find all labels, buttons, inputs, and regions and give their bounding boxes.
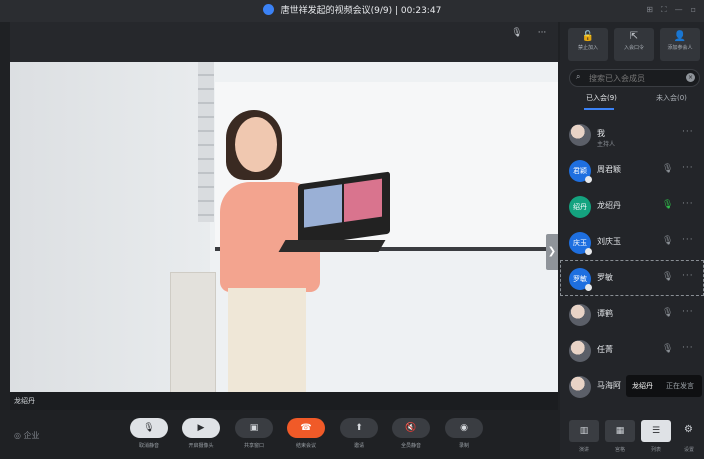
layout-icon[interactable]: ⊞ [646, 5, 653, 15]
camera-button[interactable]: ▶ 开启摄像头 [181, 418, 221, 449]
toast-name: 龙绍丹 [632, 382, 653, 390]
member-row[interactable]: 谭鹤 🎙 ··· [560, 296, 704, 332]
view-controls: ▥ 演讲 ▦ 宫格 ☰ 列表 ⚙ 设置 [560, 412, 704, 459]
expand-arrow-icon[interactable]: ❯ [546, 234, 558, 270]
more-options-icon[interactable]: ··· [682, 199, 694, 209]
grid-view-icon[interactable]: ▦ [605, 420, 635, 442]
more-options-icon[interactable]: ··· [682, 235, 694, 245]
meeting-title: 唐世祥发起的视频会议(9/9) | 00:23:47 [0, 3, 704, 16]
meeting-title-text: 唐世祥发起的视频会议(9/9) [280, 6, 393, 16]
mic-icon: 🎙 [130, 418, 168, 438]
speaker-video: ❯ [10, 62, 558, 392]
member-search: ⌕ × [569, 69, 700, 87]
lock-meeting-button[interactable]: 🔓 禁止加入 [568, 28, 608, 61]
laptop [298, 171, 390, 247]
share-screen-button[interactable]: ▣ 共享窗口 [234, 418, 274, 449]
more-options-icon[interactable]: ··· [682, 271, 694, 281]
member-search-input[interactable] [587, 71, 689, 86]
mic-icon[interactable]: 🎙 [508, 28, 526, 42]
more-options-icon[interactable]: ··· [682, 343, 694, 353]
unlock-icon: 🔓 [581, 31, 595, 42]
mic-muted-icon[interactable]: 🎙 [662, 236, 673, 246]
more-options-icon[interactable]: ··· [682, 307, 694, 317]
mute-all-button[interactable]: 🔇 全员静音 [391, 418, 431, 449]
mic-muted-icon[interactable]: 🎙 [662, 344, 673, 354]
gear-icon[interactable]: ⚙ [684, 424, 693, 435]
avatar [569, 124, 591, 146]
hangup-icon: ☎ [287, 418, 325, 438]
invite-button[interactable]: ⬆ 邀请 [339, 418, 379, 449]
title-bar: 唐世祥发起的视频会议(9/9) | 00:23:47 ⊞ ⛶ — ▫ [0, 0, 704, 22]
avatar: 绍丹 [569, 196, 591, 218]
toast-status: 正在发言 [666, 382, 694, 390]
list-view-icon[interactable]: ☰ [641, 420, 671, 442]
video-area: 🎙 ··· ❯ 龙绍丹 [10, 22, 558, 410]
end-meeting-button[interactable]: ☎ 结束会议 [286, 418, 326, 449]
mic-muted-icon[interactable]: 🎙 [662, 308, 673, 318]
member-row[interactable]: 我 主持人 ··· [560, 116, 704, 152]
member-row[interactable]: 罗敏 罗敏 🎙 ··· [560, 260, 704, 296]
search-icon: ⌕ [576, 72, 581, 81]
maximize-icon[interactable]: ▫ [691, 5, 696, 15]
invite-icon: ⬆ [340, 418, 378, 438]
mic-active-icon[interactable]: 🎙 [662, 200, 673, 210]
app-logo: ◎ 企业 [14, 431, 40, 440]
speaker-name-label: 龙绍丹 [14, 397, 35, 405]
record-icon: ◉ [445, 418, 483, 438]
minimize-icon[interactable]: — [675, 5, 683, 15]
settings-label: 设置 [683, 447, 694, 453]
meeting-timer: 00:23:47 [400, 6, 442, 16]
unmute-button[interactable]: 🎙 取消静音 [129, 418, 169, 449]
add-user-icon: 👤 [673, 31, 687, 42]
member-tabs: 已入会(9) 未入会(0) [560, 91, 704, 111]
add-participant-button[interactable]: 👤 添加参会人 [660, 28, 700, 61]
member-row[interactable]: 庆玉 刘庆玉 🎙 ··· [560, 224, 704, 260]
more-icon[interactable]: ··· [533, 28, 551, 42]
tab-not-joined[interactable]: 未入会(0) [656, 93, 687, 103]
clear-search-icon[interactable]: × [686, 73, 695, 82]
meeting-password-button[interactable]: ⇱ 入会口令 [614, 28, 654, 61]
share-icon: ⇱ [629, 31, 639, 42]
mute-all-icon: 🔇 [392, 418, 430, 438]
avatar [569, 376, 591, 398]
record-button[interactable]: ◉ 录制 [444, 418, 484, 449]
camera-icon: ▶ [182, 418, 220, 438]
member-row[interactable]: 君颖 周君颖 🎙 ··· [560, 152, 704, 188]
host-badge: 主持人 [597, 141, 616, 148]
fullscreen-icon[interactable]: ⛶ [661, 5, 667, 15]
screen-share-icon: ▣ [235, 418, 273, 438]
avatar [569, 340, 591, 362]
video-topbar: 🎙 ··· [10, 22, 558, 62]
panel-actions: 🔓 禁止加入 ⇱ 入会口令 👤 添加参会人 [568, 28, 700, 61]
mic-muted-icon[interactable]: 🎙 [662, 272, 673, 282]
control-bar: ◎ 企业 🎙 取消静音 ▶ 开启摄像头 ▣ 共享窗口 ☎ 结束会议 ⬆ 邀请 🔇… [0, 412, 558, 459]
more-options-icon[interactable]: ··· [682, 163, 694, 173]
speaking-toast: 龙绍丹 正在发言 [626, 375, 702, 397]
shield-icon [262, 4, 274, 15]
window-controls: ⊞ ⛶ — ▫ [646, 5, 696, 15]
tab-joined[interactable]: 已入会(9) [586, 93, 617, 103]
member-row[interactable]: 绍丹 龙绍丹 🎙 ··· [560, 188, 704, 224]
speaker-view-icon[interactable]: ▥ [569, 420, 599, 442]
mic-muted-icon[interactable]: 🎙 [662, 164, 673, 174]
more-options-icon[interactable]: ··· [682, 127, 694, 137]
member-row[interactable]: 任菁 🎙 ··· [560, 332, 704, 368]
avatar [569, 304, 591, 326]
